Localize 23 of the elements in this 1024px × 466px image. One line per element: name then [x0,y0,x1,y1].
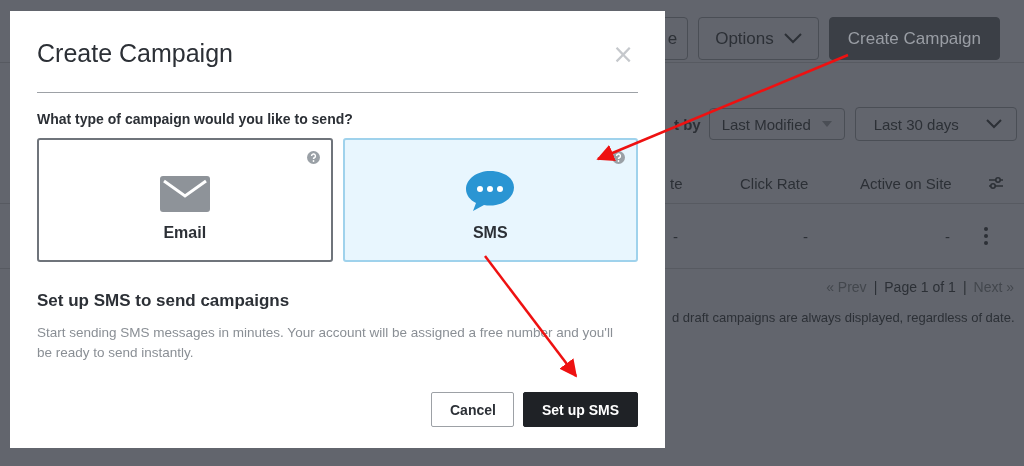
campaign-type-card[interactable]: SMS [342,138,638,262]
settings-icon[interactable] [988,176,1004,190]
section-heading: Set up SMS to send campaigns [37,291,291,311]
cancel-button[interactable]: Cancel [431,392,514,427]
question-text: What type of campaign would you like to send? [37,111,354,127]
help-icon[interactable] [612,151,625,164]
envelope-icon [159,176,210,212]
campaign-type-card[interactable]: Email [37,138,333,262]
dialog-title: Create Campaign [37,39,233,68]
setup-button[interactable]: Set up SMS [523,392,638,427]
separator: | [873,279,878,295]
separator: | [962,279,967,295]
close-button[interactable]: × [608,40,638,67]
chat-bubble-icon [465,170,516,212]
help-icon[interactable] [306,151,320,164]
table-cell-text: - [803,227,809,245]
chevron-down-icon [783,33,802,44]
chevron-down-icon [985,119,1002,129]
table-cell-text: - [945,227,951,245]
create-button[interactable]: Create Campaign [828,17,1000,60]
more-options-icon[interactable] [984,227,988,245]
caret-icon [821,121,832,127]
table-cell-text: - [673,227,679,245]
